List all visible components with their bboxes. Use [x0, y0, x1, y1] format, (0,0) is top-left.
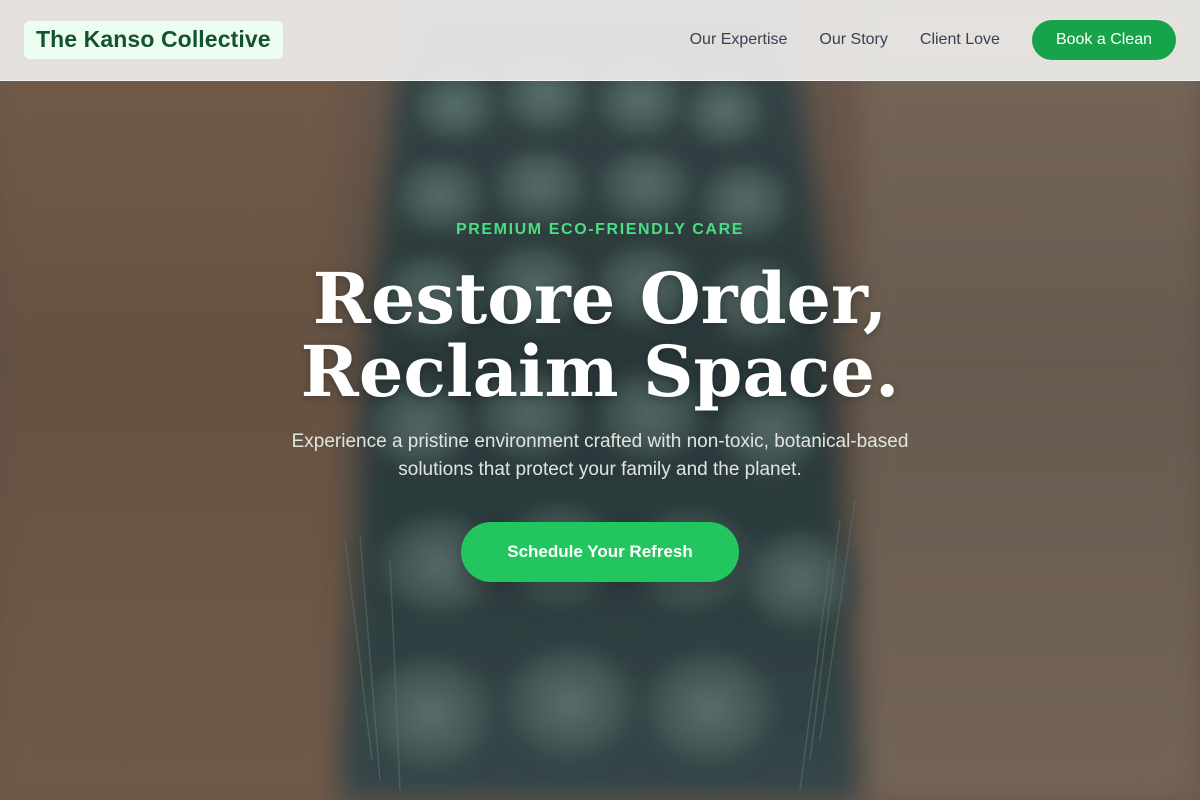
main-nav: Our Expertise Our Story Client Love Book… [690, 20, 1176, 60]
schedule-refresh-button[interactable]: Schedule Your Refresh [461, 522, 739, 582]
nav-link-our-story[interactable]: Our Story [819, 31, 887, 49]
hero-headline-line-2: Reclaim Space. [300, 330, 900, 413]
book-a-clean-button[interactable]: Book a Clean [1031, 20, 1176, 60]
nav-link-our-expertise[interactable]: Our Expertise [690, 31, 788, 49]
hero-headline-line-1: Restore Order, [312, 257, 888, 340]
brand-logo[interactable]: The Kanso Collective [24, 21, 283, 59]
hero-subtext: Experience a pristine environment crafte… [291, 431, 909, 480]
hero-eyebrow: PREMIUM ECO-FRIENDLY CARE [455, 221, 745, 238]
hero-headline: Restore Order, Reclaim Space. [0, 262, 1200, 408]
nav-link-client-love[interactable]: Client Love [920, 31, 1000, 49]
site-header: The Kanso Collective Our Expertise Our S… [0, 0, 1200, 81]
